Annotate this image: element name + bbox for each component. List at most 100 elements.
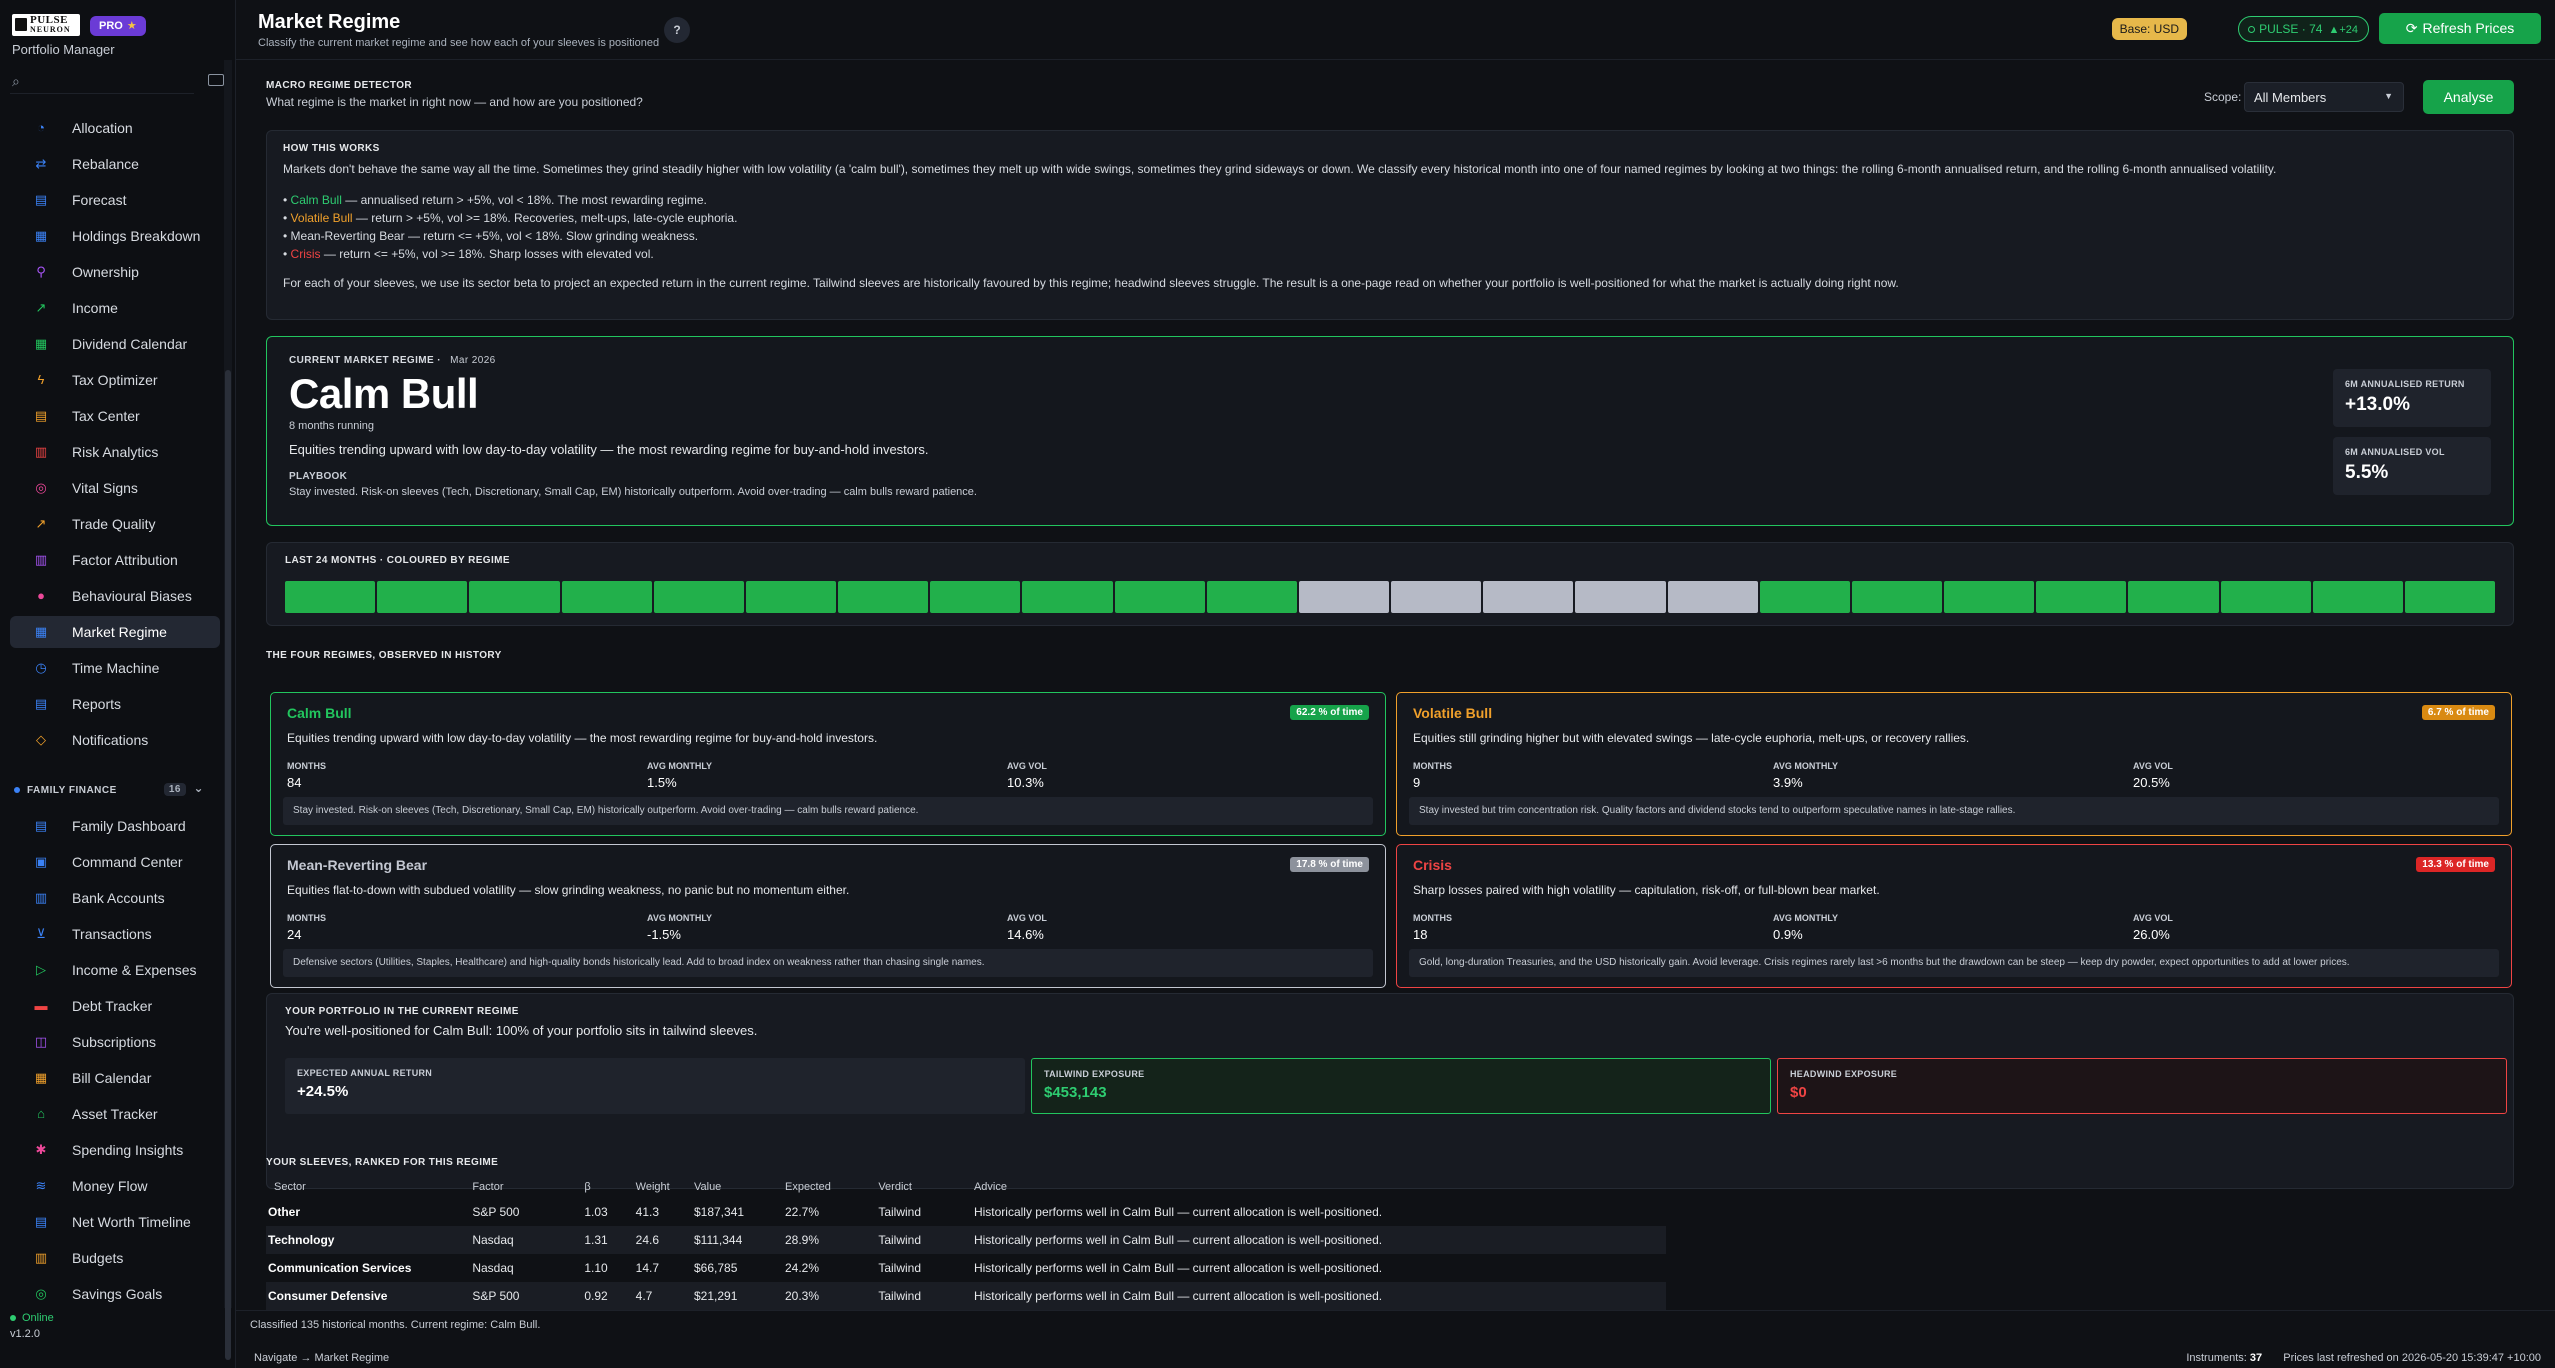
- month-cell-calm[interactable]: [2128, 581, 2219, 613]
- how-title: HOW THIS WORKS: [283, 143, 380, 154]
- sidebar-item-allocation[interactable]: ◔ Allocation: [10, 112, 220, 144]
- month-cell-calm[interactable]: [2220, 581, 2311, 613]
- chevron-down-icon[interactable]: ⌄: [193, 781, 204, 795]
- table-row[interactable]: Consumer Defensive S&P 500 0.92 4.7 $21,291 2…: [266, 1282, 1666, 1310]
- sidebar-item-asset-tracker[interactable]: ⌂ Asset Tracker: [10, 1098, 220, 1130]
- pulse-score-pill[interactable]: PULSE · 74 ▲+24: [2238, 16, 2369, 42]
- refresh-prices-button[interactable]: ⟳ Refresh Prices: [2379, 13, 2541, 44]
- sidebar-item-behavioural-biases[interactable]: ● Behavioural Biases: [10, 580, 220, 612]
- table-cell: Nasdaq: [464, 1226, 577, 1254]
- table-cell: Nasdaq: [472, 1261, 514, 1275]
- base-currency-badge[interactable]: Base: USD: [2111, 18, 2187, 40]
- month-cell-bear[interactable]: [1391, 581, 1482, 613]
- month-cell-calm[interactable]: [1114, 581, 1205, 613]
- sidebar-item-net-worth-timeline[interactable]: ▤ Net Worth Timeline: [10, 1206, 220, 1238]
- month-cell-bear[interactable]: [1298, 581, 1390, 613]
- month-cell-calm[interactable]: [2036, 581, 2127, 613]
- month-cell-calm[interactable]: [745, 581, 837, 613]
- sidebar-item-budgets[interactable]: ▥ Budgets: [10, 1242, 220, 1274]
- regime-stat-monthly: AVG MONTHLY 3.9%: [1773, 761, 1838, 790]
- four-regimes-title: THE FOUR REGIMES, OBSERVED IN HISTORY: [266, 650, 502, 661]
- table-row[interactable]: Technology Nasdaq 1.31 24.6 $111,344 28.9% Tai…: [266, 1226, 1666, 1254]
- sidebar-item-debt-tracker[interactable]: ▬ Debt Tracker: [10, 990, 220, 1022]
- sidebar-item-money-flow[interactable]: ≋ Money Flow: [10, 1170, 220, 1202]
- column-header[interactable]: Advice: [966, 1176, 1666, 1198]
- sidebar-item-ownership[interactable]: ⚲ Ownership: [10, 256, 220, 288]
- sidebar-item-notifications[interactable]: ◇ Notifications: [10, 724, 220, 756]
- sidebar-item-family-dashboard[interactable]: ▤ Family Dashboard: [10, 810, 220, 842]
- month-cell-bear[interactable]: [1667, 581, 1758, 613]
- sidebar-item-savings-goals[interactable]: ◎ Savings Goals: [10, 1278, 220, 1306]
- help-button[interactable]: ?: [664, 17, 690, 43]
- sidebar-item-rebalance[interactable]: ⇄ Rebalance: [10, 148, 220, 180]
- pulse-dot-icon: [2248, 26, 2256, 33]
- month-cell-calm[interactable]: [838, 581, 929, 613]
- sidebar-item-tax-optimizer[interactable]: ϟ Tax Optimizer: [10, 364, 220, 396]
- month-cell-calm[interactable]: [2404, 581, 2496, 613]
- column-header[interactable]: Verdict: [870, 1176, 966, 1198]
- month-cell-calm[interactable]: [285, 581, 376, 613]
- month-cell-calm[interactable]: [930, 581, 1021, 613]
- month-cell-bear[interactable]: [1483, 581, 1574, 613]
- sidebar-scrollbar-thumb[interactable]: [225, 370, 231, 1360]
- app-logo[interactable]: PULSE NEURON: [12, 14, 80, 36]
- refresh-icon: ⟳: [2405, 20, 2418, 36]
- sidebar-item-time-machine[interactable]: ◷ Time Machine: [10, 652, 220, 684]
- current-regime-date: Mar 2026: [450, 355, 496, 366]
- analyse-button[interactable]: Analyse: [2423, 80, 2514, 114]
- rule-name: Volatile Bull: [290, 211, 353, 225]
- month-cell-calm[interactable]: [653, 581, 744, 613]
- rule-crisis: • Crisis — return <= +5%, vol >= 18%. Sh…: [283, 247, 654, 261]
- sidebar-item-holdings-breakdown[interactable]: ▦ Holdings Breakdown: [10, 220, 220, 252]
- logo-subtext: NEURON: [30, 25, 71, 34]
- table-row[interactable]: Communication Services Nasdaq 1.10 14.7 $66,…: [266, 1254, 1666, 1282]
- month-cell-calm[interactable]: [1944, 581, 2035, 613]
- sidebar-item-risk-analytics[interactable]: ▥ Risk Analytics: [10, 436, 220, 468]
- bolt-icon: ϟ: [37, 372, 45, 387]
- keyboard-shortcut-icon[interactable]: [208, 74, 224, 86]
- sidebar-item-bill-calendar[interactable]: ▦ Bill Calendar: [10, 1062, 220, 1094]
- sidebar-search[interactable]: ⌕: [10, 70, 224, 94]
- sidebar-item-transactions[interactable]: ⊻ Transactions: [10, 918, 220, 950]
- column-header[interactable]: Sector: [266, 1176, 464, 1198]
- headwind-exposure-box: HEADWIND EXPOSURE $0: [1777, 1058, 2507, 1114]
- app-version: v1.2.0: [10, 1328, 40, 1340]
- tailwind-exposure-box: TAILWIND EXPOSURE $453,143: [1031, 1058, 1771, 1114]
- sidebar-item-vital-signs[interactable]: ◎ Vital Signs: [10, 472, 220, 504]
- month-cell-calm[interactable]: [2312, 581, 2403, 613]
- sidebar-item-dividend-calendar[interactable]: ▦ Dividend Calendar: [10, 328, 220, 360]
- column-header[interactable]: Weight: [628, 1176, 686, 1198]
- sidebar-item-market-regime[interactable]: ▦ Market Regime: [10, 616, 220, 648]
- column-header[interactable]: Expected: [777, 1176, 870, 1198]
- sidebar-item-subscriptions[interactable]: ◫ Subscriptions: [10, 1026, 220, 1058]
- section-dot-icon: [14, 787, 20, 793]
- month-cell-calm[interactable]: [1759, 581, 1850, 613]
- month-cell-calm[interactable]: [377, 581, 468, 613]
- stat-value: 10.3%: [1007, 775, 1044, 790]
- scope-select[interactable]: All Members ▼: [2244, 82, 2404, 112]
- month-cell-calm[interactable]: [1206, 581, 1297, 613]
- sidebar-item-forecast[interactable]: ▤ Forecast: [10, 184, 220, 216]
- month-cell-bear[interactable]: [1575, 581, 1666, 613]
- sidebar-item-reports[interactable]: ▤ Reports: [10, 688, 220, 720]
- sidebar-scrollbar[interactable]: [224, 60, 232, 1360]
- column-header[interactable]: Value: [686, 1176, 777, 1198]
- regime-stat-months: MONTHS 18: [1413, 913, 1452, 942]
- sidebar-item-factor-attribution[interactable]: ▥ Factor Attribution: [10, 544, 220, 576]
- family-finance-section-header[interactable]: FAMILY FINANCE 16 ⌄: [14, 780, 210, 800]
- sidebar-item-spending-insights[interactable]: ✱ Spending Insights: [10, 1134, 220, 1166]
- sidebar-item-trade-quality[interactable]: ↗ Trade Quality: [10, 508, 220, 540]
- asset-icon: ⌂: [37, 1106, 45, 1121]
- table-row[interactable]: Other S&P 500 1.03 41.3 $187,341 22.7% Tailwin…: [266, 1198, 1666, 1226]
- sidebar-item-income-expenses[interactable]: ▷ Income & Expenses: [10, 954, 220, 986]
- sidebar-item-bank-accounts[interactable]: ▥ Bank Accounts: [10, 882, 220, 914]
- sidebar-item-tax-center[interactable]: ▤ Tax Center: [10, 400, 220, 432]
- column-header[interactable]: β: [576, 1176, 627, 1198]
- month-cell-calm[interactable]: [561, 581, 652, 613]
- month-cell-calm[interactable]: [1022, 581, 1113, 613]
- column-header[interactable]: Factor: [464, 1176, 576, 1198]
- month-cell-calm[interactable]: [469, 581, 560, 613]
- sidebar-item-income[interactable]: ↗ Income: [10, 292, 220, 324]
- month-cell-calm[interactable]: [1851, 581, 1943, 613]
- sidebar-item-command-center[interactable]: ▣ Command Center: [10, 846, 220, 878]
